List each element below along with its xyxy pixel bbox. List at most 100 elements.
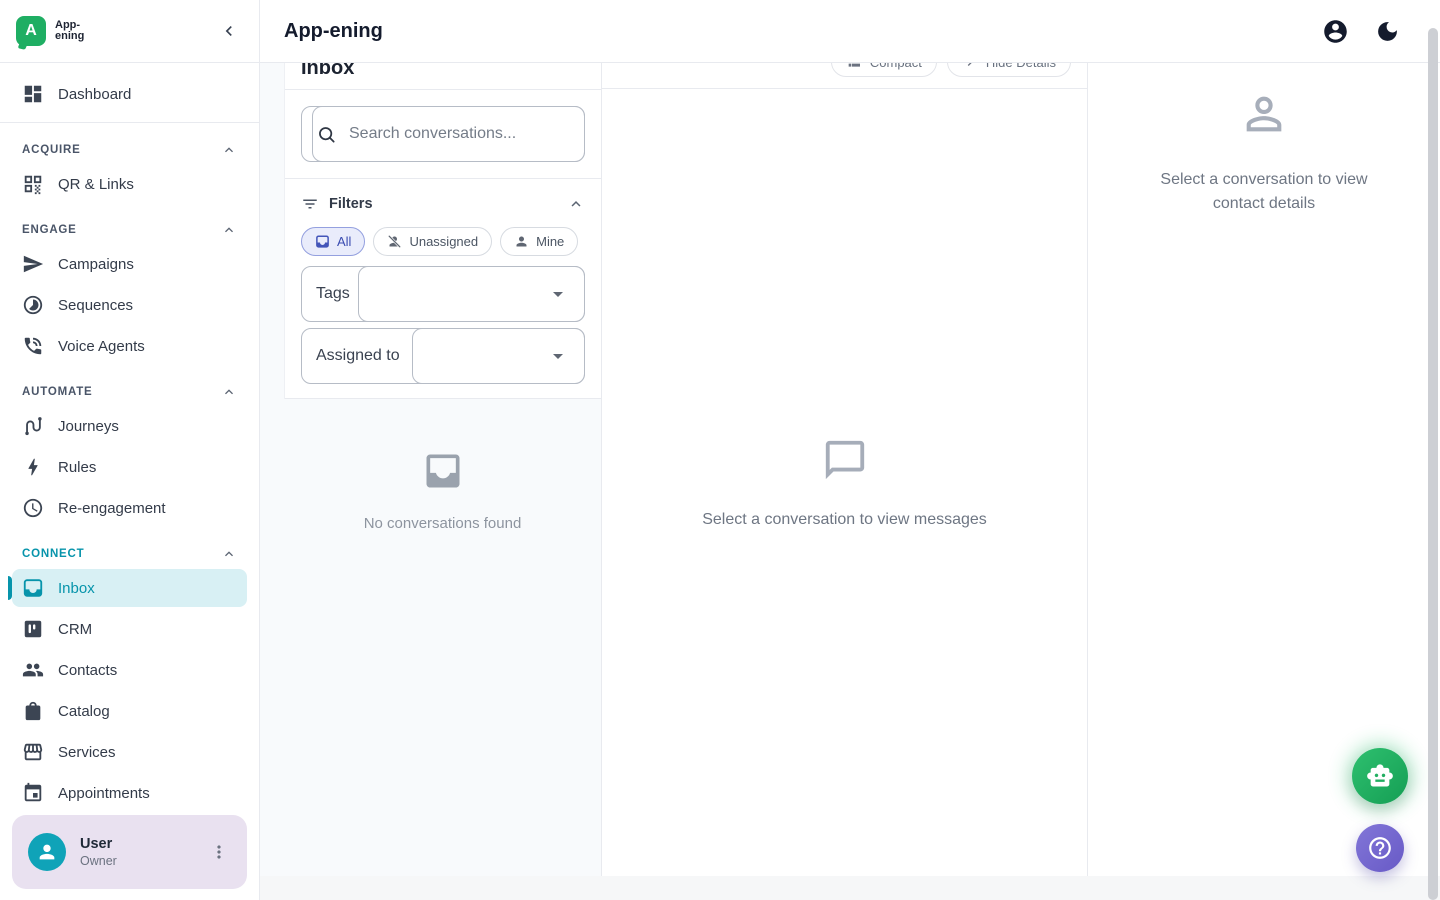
chevron-left-icon <box>219 21 239 41</box>
chip-label: Unassigned <box>409 234 478 249</box>
section-header-engage[interactable]: ENGAGE <box>12 215 247 245</box>
hide-details-button[interactable]: Hide Details <box>947 63 1071 77</box>
help-fab[interactable] <box>1356 824 1404 872</box>
chat-bubble-icon <box>822 437 868 483</box>
filter-chip-mine[interactable]: Mine <box>500 227 578 256</box>
filters-header[interactable]: Filters <box>301 189 585 219</box>
chevron-up-icon <box>221 384 237 400</box>
inbox-empty-icon <box>421 449 465 493</box>
logo-line2: ening <box>55 31 84 43</box>
shopping-bag-icon <box>22 700 44 722</box>
hide-details-button-label: Hide Details <box>986 63 1056 70</box>
sidebar-item-qr-links[interactable]: QR & Links <box>12 165 247 203</box>
sidebar-item-label: Campaigns <box>58 256 134 273</box>
account-circle-icon <box>1322 18 1349 45</box>
details-empty-state: Select a conversation to view contact de… <box>1088 63 1440 216</box>
sidebar-collapse-button[interactable] <box>215 17 243 45</box>
bolt-icon <box>22 456 44 478</box>
send-icon <box>22 253 44 275</box>
qr-code-icon <box>22 173 44 195</box>
filters-section: Filters All Unassigned Mine <box>285 179 601 399</box>
sidebar-item-rules[interactable]: Rules <box>12 448 247 486</box>
sidebar-item-services[interactable]: Services <box>12 733 247 771</box>
chip-label: Mine <box>536 234 564 249</box>
clock-icon <box>22 497 44 519</box>
inbox-title-wrap: Inbox <box>285 63 601 89</box>
section-header-connect[interactable]: CONNECT <box>12 539 247 569</box>
conversations-empty-text: No conversations found <box>284 515 601 532</box>
timelapse-icon <box>22 294 44 316</box>
sidebar-item-label: Appointments <box>58 785 150 802</box>
dark-mode-toggle[interactable] <box>1368 12 1406 50</box>
sidebar-item-journeys[interactable]: Journeys <box>12 407 247 445</box>
assigned-to-select-label: Assigned to <box>316 347 400 365</box>
search-field[interactable] <box>301 106 585 162</box>
sidebar-item-catalog[interactable]: Catalog <box>12 692 247 730</box>
chevron-up-icon <box>221 142 237 158</box>
messages-panel: Compact Hide Details Select a conversati… <box>602 63 1088 876</box>
assigned-to-select[interactable]: Assigned to <box>301 328 585 384</box>
more-vert-icon <box>209 842 229 862</box>
sidebar-item-appointments[interactable]: Appointments <box>12 774 247 812</box>
person-off-icon <box>387 234 402 249</box>
messages-empty-state: Select a conversation to view messages <box>602 89 1087 876</box>
user-card[interactable]: User Owner <box>12 815 247 889</box>
conversations-empty-state: No conversations found <box>284 449 601 532</box>
sidebar-item-label: Inbox <box>58 580 95 597</box>
sidebar-item-sequences[interactable]: Sequences <box>12 286 247 324</box>
compact-button[interactable]: Compact <box>831 63 937 77</box>
user-name: User <box>80 836 209 852</box>
phone-in-talk-icon <box>22 335 44 357</box>
messages-empty-text: Select a conversation to view messages <box>702 511 987 529</box>
account-button[interactable] <box>1316 12 1354 50</box>
filter-chip-all[interactable]: All <box>301 227 365 256</box>
conversations-header-section: Inbox Filters All <box>284 63 601 399</box>
people-icon <box>22 659 44 681</box>
sidebar-item-label: Sequences <box>58 297 133 314</box>
inbox-title: Inbox <box>301 63 585 81</box>
sidebar-item-label: Voice Agents <box>58 338 145 355</box>
sidebar-item-crm[interactable]: CRM <box>12 610 247 648</box>
storefront-icon <box>22 741 44 763</box>
section-label: ENGAGE <box>22 224 77 236</box>
sidebar-item-dashboard[interactable]: Dashboard <box>12 75 247 113</box>
user-menu-button[interactable] <box>209 840 233 864</box>
dropdown-arrow-icon <box>546 344 570 368</box>
compact-button-label: Compact <box>870 63 922 70</box>
section-header-acquire[interactable]: ACQUIRE <box>12 135 247 165</box>
messages-toolbar: Compact Hide Details <box>602 63 1087 89</box>
conversations-panel: Inbox Filters All <box>260 63 602 876</box>
robot-icon <box>1366 762 1394 790</box>
sidebar-item-label: Dashboard <box>58 86 131 103</box>
sidebar-item-label: Services <box>58 744 116 761</box>
tags-select-label: Tags <box>316 285 350 303</box>
search-input[interactable] <box>349 125 570 143</box>
sidebar-item-label: Re-engagement <box>58 500 166 517</box>
sidebar-item-campaigns[interactable]: Campaigns <box>12 245 247 283</box>
section-label: AUTOMATE <box>22 386 93 398</box>
section-header-automate[interactable]: AUTOMATE <box>12 377 247 407</box>
filter-chip-unassigned[interactable]: Unassigned <box>373 227 492 256</box>
sidebar-item-label: Journeys <box>58 418 119 435</box>
page-title: App-ening <box>284 20 383 43</box>
sidebar-item-contacts[interactable]: Contacts <box>12 651 247 689</box>
calendar-event-icon <box>22 782 44 804</box>
sidebar-item-inbox[interactable]: Inbox <box>12 569 247 607</box>
inbox-chat-icon <box>22 577 44 599</box>
route-icon <box>22 415 44 437</box>
assistant-fab[interactable] <box>1352 748 1408 804</box>
chevron-up-icon <box>221 222 237 238</box>
sidebar-item-label: Catalog <box>58 703 110 720</box>
app-logo-icon: A <box>16 16 46 46</box>
section-label: CONNECT <box>22 548 84 560</box>
sidebar-header: A App- ening <box>0 0 259 63</box>
page-scrollbar[interactable] <box>1428 28 1438 900</box>
filters-label: Filters <box>329 196 373 212</box>
logo-text: App- ening <box>55 20 84 43</box>
user-avatar <box>28 833 66 871</box>
help-icon <box>1367 835 1393 861</box>
inbox-chat-icon <box>315 234 330 249</box>
sidebar-item-reengagement[interactable]: Re-engagement <box>12 489 247 527</box>
tags-select[interactable]: Tags <box>301 266 585 322</box>
sidebar-item-voice-agents[interactable]: Voice Agents <box>12 327 247 365</box>
